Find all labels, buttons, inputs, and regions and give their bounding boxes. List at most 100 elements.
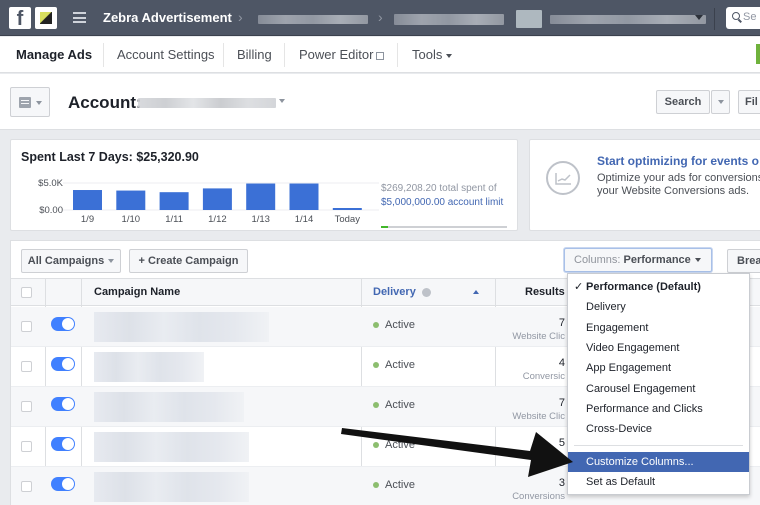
chevron-right-icon: › [378,9,383,25]
campaign-name-redacted[interactable] [94,472,249,502]
account-name-redacted[interactable] [138,98,276,108]
result-value: 5 [558,437,565,449]
menu-item-set-as-default[interactable]: Set as Default [568,472,749,492]
x-tick-label: 1/9 [81,214,94,225]
campaign-name-redacted[interactable] [94,432,249,462]
all-campaigns-label: All Campaigns [27,255,105,267]
nav-manage-ads[interactable]: Manage Ads [16,37,92,73]
info-icon[interactable] [421,287,431,297]
chevron-down-icon [446,53,453,58]
breakdown-button[interactable]: Breakd [727,249,760,273]
select-all-checkbox[interactable] [21,287,32,298]
columns-prefix: Columns: [574,254,621,266]
menu-item-cross-device[interactable]: Cross-Device [568,419,749,439]
columns-dropdown-button[interactable]: Columns: Performance [564,248,712,272]
campaign-name-redacted[interactable] [94,392,244,422]
bar-1-13[interactable] [246,183,276,210]
column-header-campaign-name[interactable]: Campaign Name [94,286,180,298]
column-header-delivery[interactable]: Delivery [373,286,479,298]
campaign-toggle[interactable] [51,317,75,331]
campaign-name-redacted[interactable] [94,312,269,342]
create-ad-button-edge[interactable] [756,44,760,64]
nav-tools-label: Tools [412,47,443,62]
bar-1-12[interactable] [202,188,232,210]
nav-power-editor[interactable]: Power Editor [299,37,385,73]
total-spent-text: $269,208.20 total spent of [381,183,497,194]
sort-ascending-icon[interactable] [473,290,479,294]
bar-today[interactable] [332,208,362,210]
facebook-logo-icon[interactable]: f [9,7,31,29]
account-limit-info: $269,208.20 total spent of $5,000,000.00… [381,182,511,210]
account-logo-icon[interactable] [35,7,57,29]
optimize-tip-card: Start optimizing for events o Optimize y… [529,139,760,231]
external-link-icon [376,51,385,60]
row-checkbox[interactable] [21,401,32,412]
status-dot-icon [373,442,379,448]
business-name[interactable]: Zebra Advertisement [103,10,232,25]
menu-item-engagement[interactable]: Engagement [568,318,749,338]
result-type: Website Clic [512,411,565,422]
all-campaigns-dropdown[interactable]: All Campaigns [21,249,121,273]
campaign-toggle[interactable] [51,477,75,491]
result-value: 4 [558,357,565,369]
view-selector-button[interactable] [10,87,50,117]
menu-item-carousel-engagement[interactable]: Carousel Engagement [568,379,749,399]
nav-billing[interactable]: Billing [237,37,272,73]
result-value: 7 [558,317,565,329]
x-tick-label: 1/10 [122,214,141,225]
x-tick-label: 1/13 [251,214,270,225]
optimize-description: Optimize your ads for conversions b your… [597,172,760,198]
row-checkbox[interactable] [21,321,32,332]
column-header-results[interactable]: Results [525,286,565,298]
menu-icon[interactable] [73,12,86,23]
delivery-status: Active [385,359,415,371]
row-checkbox[interactable] [21,481,32,492]
breadcrumb-avatar-redacted[interactable] [516,10,542,28]
y-tick-label: $0.00 [39,205,63,216]
campaign-toggle[interactable] [51,397,75,411]
result-type: Website Clic [512,331,565,342]
bar-1-9[interactable] [73,190,102,210]
result-type: Conversions [512,491,565,502]
menu-divider [574,445,743,446]
nav-tools[interactable]: Tools [412,37,453,73]
chevron-down-icon [717,100,724,105]
menu-item-delivery[interactable]: Delivery [568,297,749,317]
menu-item-performance-and-clicks[interactable]: Performance and Clicks [568,399,749,419]
top-search-input[interactable]: Se [726,7,760,29]
line-chart-icon [546,161,580,195]
status-dot-icon [373,482,379,488]
chevron-down-icon [108,259,115,264]
breadcrumb-account-redacted[interactable] [258,15,368,24]
delivery-header-label: Delivery [373,286,416,298]
nav-divider [397,43,398,67]
filters-button[interactable]: Fil [738,90,760,114]
row-checkbox[interactable] [21,441,32,452]
menu-item-performance-default[interactable]: ✓ Performance (Default) [568,277,749,297]
campaign-name-redacted[interactable] [94,352,204,382]
bar-1-14[interactable] [289,183,319,210]
breadcrumb-dropdown-icon[interactable] [695,15,703,20]
menu-item-video-engagement[interactable]: Video Engagement [568,338,749,358]
account-limit-progress-fill [381,226,388,228]
row-checkbox[interactable] [21,361,32,372]
bar-1-10[interactable] [116,190,146,210]
result-value: 7 [558,397,565,409]
breadcrumb-campaign-redacted[interactable] [550,15,706,24]
account-dropdown-icon[interactable] [279,99,285,103]
menu-item-app-engagement[interactable]: App Engagement [568,358,749,378]
nav-account-settings[interactable]: Account Settings [117,37,215,73]
optimize-title-link[interactable]: Start optimizing for events o [597,154,759,168]
create-campaign-button[interactable]: + Create Campaign [129,249,248,273]
search-options-button[interactable] [711,90,730,114]
menu-item-customize-columns[interactable]: Customize Columns... [568,452,749,472]
breadcrumb-item-redacted[interactable] [394,14,504,25]
campaign-toggle[interactable] [51,437,75,451]
search-button[interactable]: Search [656,90,710,114]
account-limit-link[interactable]: $5,000,000.00 account limit [381,197,503,208]
delivery-status: Active [385,399,415,411]
bar-1-11[interactable] [159,192,189,210]
nav-power-editor-label: Power Editor [299,47,374,62]
spend-chart: $5.0K $0.00 1/9 1/10 1/11 1/12 1/13 1/14 Today [38,178,379,225]
campaign-toggle[interactable] [51,357,75,371]
